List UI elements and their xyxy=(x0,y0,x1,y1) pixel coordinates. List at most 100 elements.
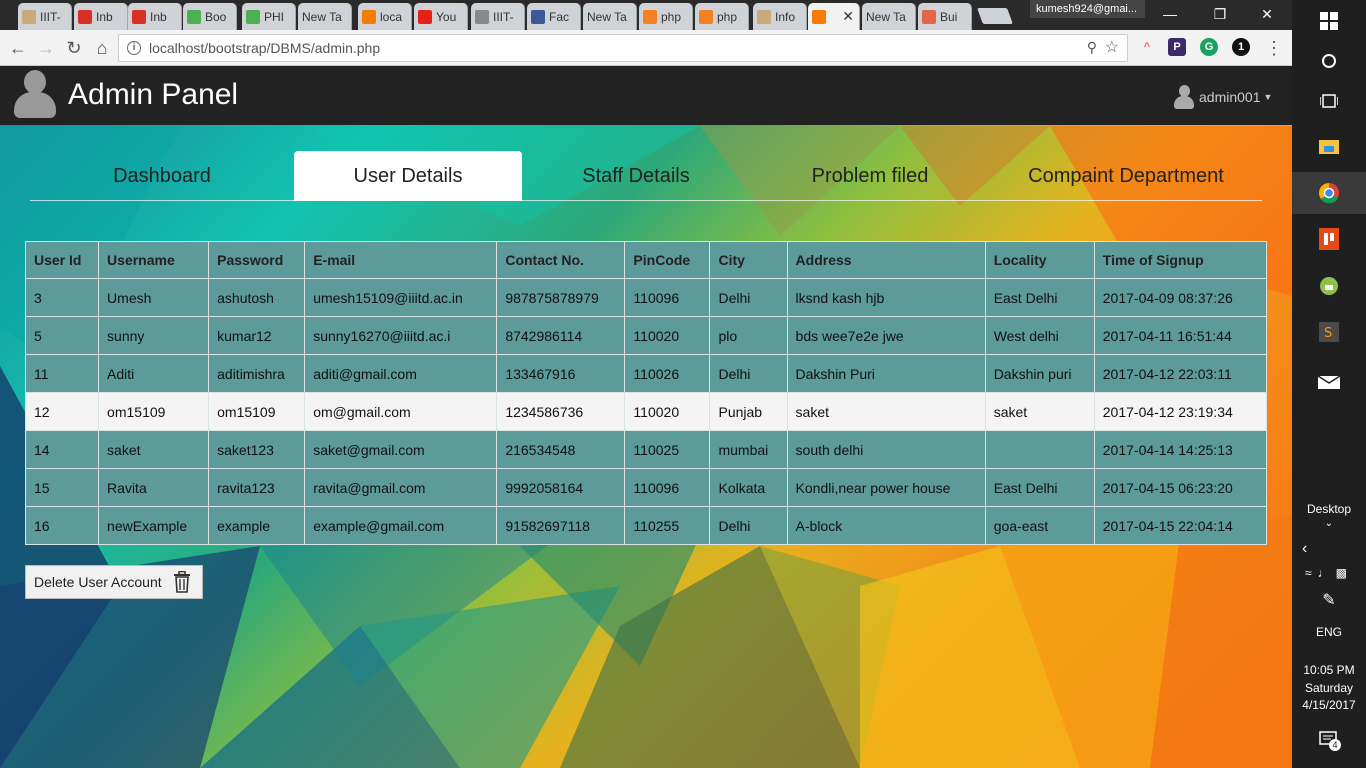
address-bar[interactable]: i localhost/bootstrap/DBMS/admin.php ⚲ ☆ xyxy=(118,34,1128,62)
menu-icon[interactable]: ⋮ xyxy=(1262,36,1286,60)
sublime-text-icon[interactable]: S xyxy=(1292,311,1366,353)
browser-tab[interactable]: Info xyxy=(753,3,807,30)
browser-tab[interactable]: You xyxy=(414,3,468,30)
browser-tab[interactable]: Bui xyxy=(918,3,972,30)
table-cell: om@gmail.com xyxy=(304,392,498,431)
desktop-label[interactable]: Desktop xyxy=(1292,502,1366,516)
tab-favicon-icon xyxy=(246,9,260,24)
browser-tab[interactable]: New Ta xyxy=(298,3,352,30)
table-cell: 216534548 xyxy=(496,430,626,469)
tab-title: PHI xyxy=(264,9,285,24)
tab-favicon-icon xyxy=(757,9,771,24)
p-extension-icon[interactable]: P xyxy=(1168,38,1186,56)
table-row[interactable]: 16 newExample example example@gmail.com 9158… xyxy=(24,506,1268,545)
table-cell: 8742986114 xyxy=(496,316,626,355)
user-menu-dropdown[interactable]: admin001 ▼ xyxy=(1174,84,1272,110)
minimize-icon[interactable]: — xyxy=(1153,3,1187,25)
browser-tab[interactable]: Fac xyxy=(527,3,581,30)
maximize-icon[interactable]: ❐ xyxy=(1203,3,1237,25)
browser-tab[interactable]: Inb xyxy=(128,3,182,30)
table-header-row: User Id Username Password E-mail Contact No.… xyxy=(24,241,1268,279)
tab-favicon-icon xyxy=(699,9,713,24)
home-icon[interactable]: ⌂ xyxy=(90,36,114,60)
table-cell: Aditi xyxy=(98,354,210,393)
table-cell: Punjab xyxy=(709,392,788,431)
profile-button[interactable]: kumesh924@gmai... xyxy=(1030,0,1145,18)
tab-title: New Ta xyxy=(866,9,906,24)
table-cell: 5 xyxy=(24,316,100,355)
browser-tab[interactable]: Inb xyxy=(74,3,128,30)
clock-time[interactable]: 10:05 PM xyxy=(1292,663,1366,677)
table-cell: West delhi xyxy=(984,316,1095,355)
table-cell: ravita123 xyxy=(208,468,306,507)
cortana-icon[interactable] xyxy=(1292,40,1366,82)
tab-user-details[interactable]: User Details xyxy=(294,151,522,201)
new-tab-button[interactable] xyxy=(977,8,1013,24)
user-icon xyxy=(1174,85,1194,109)
show-hidden-icons-icon[interactable]: ‹ xyxy=(1292,540,1366,558)
mail-icon[interactable] xyxy=(1292,360,1366,402)
browser-tab[interactable]: php xyxy=(695,3,749,30)
browser-tab[interactable]: ✕ xyxy=(808,3,860,30)
table-cell: 2017-04-14 14:25:13 xyxy=(1093,430,1268,469)
tab-complaint-department[interactable]: Compaint Department xyxy=(990,151,1262,201)
browser-tab[interactable]: loca xyxy=(358,3,412,30)
grammarly-extension-icon[interactable]: G xyxy=(1200,38,1218,56)
tray-status-icons[interactable]: ≈♩▩ xyxy=(1292,566,1366,580)
trash-icon xyxy=(172,570,192,593)
back-icon[interactable]: ← xyxy=(6,36,30,60)
browser-tab[interactable]: php xyxy=(639,3,693,30)
caret-down-icon: ▼ xyxy=(1263,92,1273,102)
table-cell: 16 xyxy=(24,506,100,545)
table-cell: 110255 xyxy=(624,506,711,545)
key-icon[interactable]: ⚲ xyxy=(1087,39,1097,56)
browser-tab[interactable]: New Ta xyxy=(583,3,637,30)
tab-favicon-icon xyxy=(362,9,376,24)
close-window-icon[interactable]: ✕ xyxy=(1250,3,1284,25)
browser-tab[interactable]: New Ta xyxy=(862,3,916,30)
table-cell: 2017-04-09 08:37:26 xyxy=(1093,278,1268,317)
tab-strip: IIIT- Inb Inb Boo PHI New Ta loca You IIIT- Fac Ne… xyxy=(0,0,1292,30)
browser-tab[interactable]: PHI xyxy=(242,3,296,30)
tab-close-icon[interactable]: ✕ xyxy=(842,8,854,25)
office-app-icon[interactable] xyxy=(1292,218,1366,260)
file-explorer-icon[interactable] xyxy=(1292,125,1366,167)
table-row[interactable]: 12 om15109 om15109 om@gmail.com 1234586736 11… xyxy=(24,392,1268,431)
table-cell: goa-east xyxy=(984,506,1095,545)
table-row[interactable]: 11 Aditi aditimishra aditi@gmail.com 1334679… xyxy=(24,354,1268,393)
table-row[interactable]: 3 Umesh ashutosh umesh15109@iiitd.ac.in 9878… xyxy=(24,278,1268,317)
chrome-taskbar-icon[interactable] xyxy=(1292,172,1366,214)
language-indicator[interactable]: ENG xyxy=(1292,625,1366,639)
table-row[interactable]: 14 saket saket123 saket@gmail.com 216534548 1… xyxy=(24,430,1268,469)
table-cell: om15109 xyxy=(208,392,306,431)
tab-staff-details[interactable]: Staff Details xyxy=(522,151,750,201)
forward-icon[interactable]: → xyxy=(34,36,58,60)
android-store-icon[interactable] xyxy=(1292,265,1366,307)
url-text: localhost/bootstrap/DBMS/admin.php xyxy=(149,40,381,56)
table-cell: kumar12 xyxy=(208,316,306,355)
reload-icon[interactable]: ↻ xyxy=(62,36,86,60)
delete-user-button[interactable]: Delete User Account xyxy=(25,565,203,599)
bookmark-star-icon[interactable]: ☆ xyxy=(1105,37,1119,57)
notification-center-icon[interactable]: 4 xyxy=(1319,730,1341,751)
browser-tab[interactable]: IIIT- xyxy=(18,3,72,30)
task-view-icon[interactable] xyxy=(1292,80,1366,122)
browser-tab[interactable]: Boo xyxy=(183,3,237,30)
tab-dashboard[interactable]: Dashboard xyxy=(30,151,294,201)
windows-start-icon[interactable] xyxy=(1292,0,1366,42)
chevron-down-icon[interactable]: ⌄ xyxy=(1292,518,1366,529)
table-cell: Delhi xyxy=(709,354,788,393)
tab-favicon-icon xyxy=(78,9,92,24)
onepassword-extension-icon[interactable]: 1 xyxy=(1232,38,1250,56)
pen-icon[interactable]: ✎ xyxy=(1292,590,1366,610)
table-cell: bds wee7e2e jwe xyxy=(786,316,986,355)
rainbow-extension-icon[interactable]: ^ xyxy=(1138,38,1156,56)
info-icon[interactable]: i xyxy=(127,41,141,55)
clock-day: Saturday xyxy=(1304,681,1354,695)
table-cell: East Delhi xyxy=(984,468,1095,507)
browser-tab[interactable]: IIIT- xyxy=(471,3,525,30)
tab-problem-filed[interactable]: Problem filed xyxy=(750,151,990,201)
table-row[interactable]: 15 Ravita ravita123 ravita@gmail.com 9992058… xyxy=(24,468,1268,507)
table-row[interactable]: 5 sunny kumar12 sunny16270@iiitd.ac.i 874298… xyxy=(24,316,1268,355)
table-cell: 12 xyxy=(24,392,100,431)
